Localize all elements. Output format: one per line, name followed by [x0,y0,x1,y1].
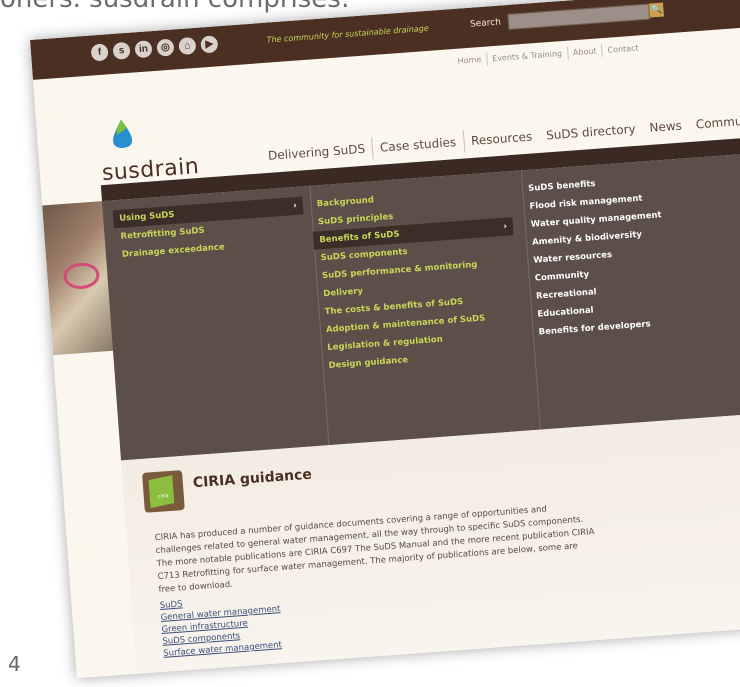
page-number: 4 [8,652,21,676]
menu-item-label: Using SuDS [118,209,175,224]
chevron-right-icon: › [292,200,298,212]
menu-item-label: Drainage exceedance [121,242,226,260]
nav-suds-directory[interactable]: SuDS directory [538,117,643,147]
nav-delivering-suds[interactable]: Delivering SuDS [260,137,374,168]
util-link-events[interactable]: Events & Training [486,46,569,66]
share-icon[interactable]: ⌂ [178,36,197,56]
nav-case-studies[interactable]: Case studies [372,130,465,160]
nav-news[interactable]: News [642,114,690,139]
ciria-book-icon: ciria [142,470,185,513]
nav-community[interactable]: Communit [688,108,740,136]
website-screenshot: f s in ◎ ⌂ ▶ The community for sustainab… [30,0,740,679]
menu-item-label: Design guidance [328,355,409,371]
menu-item-label: SuDS principles [317,211,394,228]
util-link-about[interactable]: About [567,44,604,60]
ciria-icon-label: ciria [157,493,169,500]
chevron-right-icon: › [503,221,508,232]
menu-item-label: Retrofitting SuDS [120,225,206,242]
menu-column-3: SuDS benefits Flood risk management Wate… [522,166,733,342]
skype-icon[interactable]: s [112,41,131,60]
facebook-icon[interactable]: f [90,43,109,62]
menu-item-label: Delivery [323,286,364,300]
search-label: Search [469,17,502,30]
social-icons: f s in ◎ ⌂ ▶ [90,35,219,62]
menu-item-label: Benefits of SuDS [319,229,400,246]
search-icon[interactable]: 🔍 [648,2,664,18]
nav-resources[interactable]: Resources [463,125,540,152]
youtube-icon[interactable]: ▶ [200,35,219,54]
util-link-home[interactable]: Home [452,52,488,69]
logo-drop-icon[interactable] [108,117,136,153]
rss-icon[interactable]: ◎ [156,38,175,57]
bicycle-image [62,261,101,291]
menu-item-label: Background [316,195,375,210]
publication-links: SuDS General water management Green infr… [159,591,283,660]
tagline: The community for sustainable drainage [266,23,430,45]
util-link-contact[interactable]: Contact [602,41,644,57]
search-input[interactable] [507,3,651,30]
linkedin-icon[interactable]: in [134,40,153,59]
menu-column-2: Background SuDS principles Benefits of S… [310,181,523,375]
